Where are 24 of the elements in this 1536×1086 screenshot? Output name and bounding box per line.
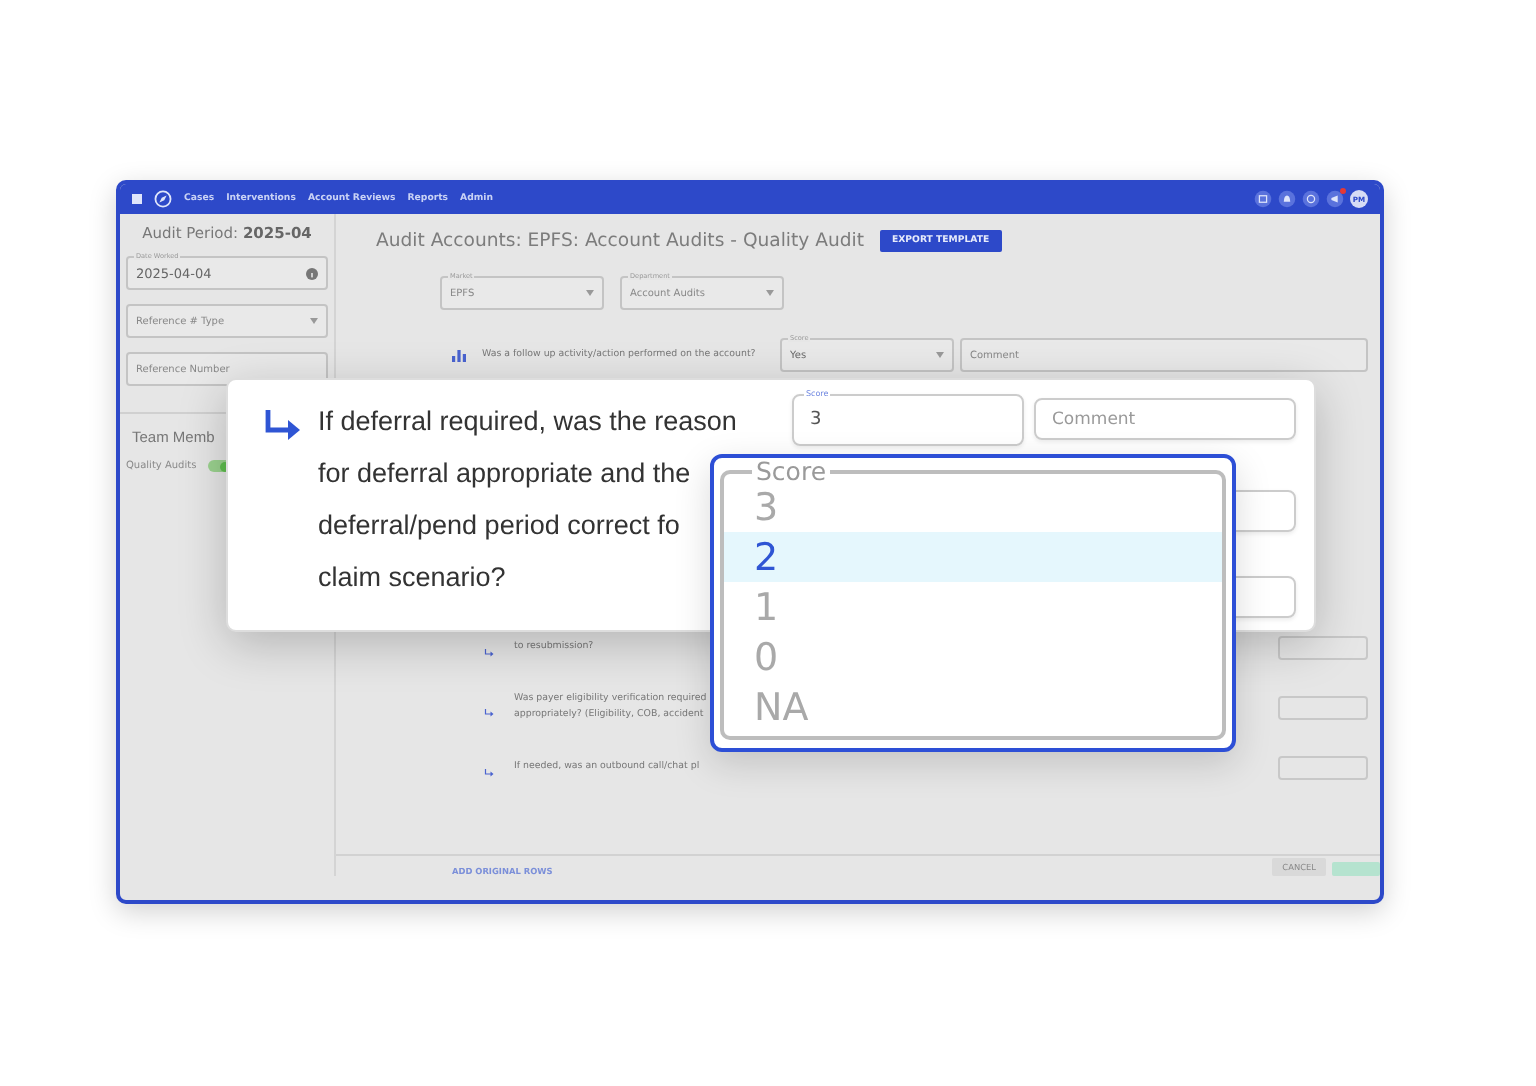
comment-field[interactable] [1278, 695, 1368, 719]
arrow-icon [262, 408, 302, 444]
score-option[interactable]: 2 [724, 532, 1222, 582]
score-option[interactable]: 0 [724, 632, 1222, 682]
globe-icon[interactable] [1302, 190, 1320, 208]
caret-icon [310, 318, 318, 324]
comment-field[interactable] [1278, 635, 1368, 659]
megaphone-icon[interactable] [1326, 190, 1344, 208]
caret-icon [936, 352, 944, 358]
listbox-legend: Score [752, 462, 831, 482]
page-title: Audit Accounts: EPFS: Account Audits - Quality Audit [376, 229, 864, 251]
info-icon[interactable] [306, 267, 318, 279]
arrow-icon [484, 768, 494, 778]
bell-icon[interactable] [1278, 190, 1296, 208]
caret-icon [766, 290, 774, 296]
calendar-icon[interactable] [1254, 190, 1272, 208]
comment-field[interactable] [1278, 755, 1368, 779]
arrow-icon [484, 708, 494, 718]
score-option[interactable]: NA [724, 682, 1222, 732]
comment-field[interactable]: Comment [1034, 398, 1296, 440]
compass-logo-icon[interactable] [154, 190, 172, 208]
caret-icon [586, 290, 594, 296]
chart-icon [452, 349, 466, 361]
arrow-icon [484, 648, 494, 658]
